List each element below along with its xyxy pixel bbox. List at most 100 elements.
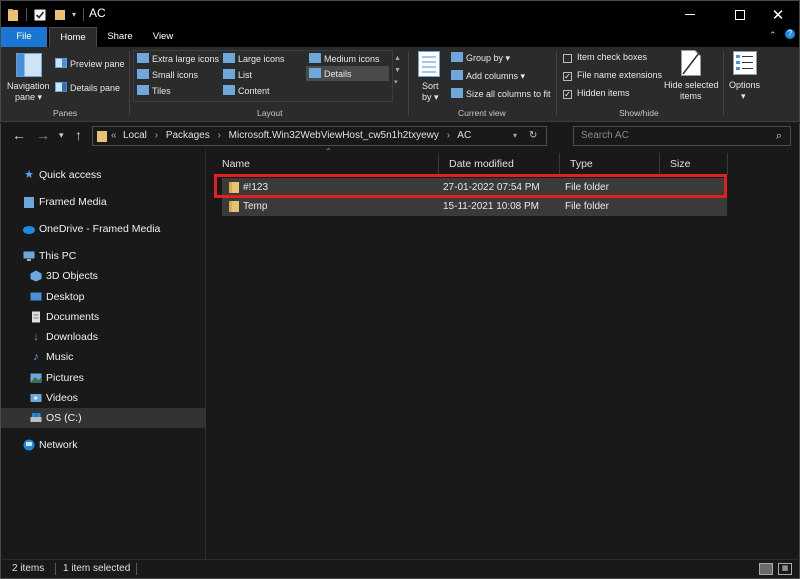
sort-by-label: Sort — [422, 81, 439, 91]
new-folder-icon[interactable] — [54, 8, 66, 21]
back-arrow-icon[interactable]: ← — [12, 127, 26, 143]
large-icons-view-icon[interactable]: ▦ — [778, 563, 792, 575]
address-box[interactable]: « Local › Packages › Microsoft.Win32WebV… — [92, 126, 547, 146]
file-name: Temp — [243, 201, 268, 212]
column-header-name[interactable]: Name — [212, 153, 439, 175]
customize-toolbar-icon[interactable]: ▾ — [72, 10, 76, 19]
sidebar-item-documents[interactable]: Documents — [1, 307, 206, 327]
details-pane-icon — [55, 82, 67, 92]
breadcrumb-separator-icon[interactable]: › — [218, 130, 221, 141]
hide-selected-items-button[interactable]: Hide selected items — [661, 50, 721, 106]
navigation-pane-button[interactable]: Navigation pane ▾ — [7, 51, 51, 106]
sidebar-item-downloads[interactable]: ↓ Downloads — [1, 327, 206, 347]
help-icon[interactable]: ? — [785, 29, 795, 39]
size-all-columns-label: Size all columns to fit — [466, 89, 551, 99]
column-header-type[interactable]: Type — [560, 153, 660, 175]
breadcrumb-separator-icon[interactable]: › — [155, 130, 158, 141]
layout-label: Medium icons — [324, 54, 380, 64]
refresh-icon[interactable]: ↻ — [529, 127, 537, 145]
hidden-items-checkbox[interactable]: ✓ — [563, 90, 572, 99]
layout-tiles[interactable]: Tiles — [137, 85, 171, 96]
breadcrumb-webviewhost[interactable]: Microsoft.Win32WebViewHost_cw5n1h2txyewy — [229, 130, 439, 141]
close-button[interactable]: ✕ — [755, 1, 800, 28]
preview-pane-button[interactable]: Preview pane — [55, 58, 125, 69]
breadcrumb-ac[interactable]: AC — [457, 130, 471, 141]
breadcrumb-overflow[interactable]: « — [111, 127, 117, 145]
column-header-date-modified[interactable]: Date modified — [439, 153, 560, 175]
sidebar-item-onedrive[interactable]: OneDrive - Framed Media — [1, 219, 206, 239]
sidebar-item-videos[interactable]: Videos — [1, 388, 206, 408]
layout-gallery-scroll[interactable]: ▲ ▼ ▾ — [394, 53, 401, 89]
sidebar-item-pictures[interactable]: Pictures — [1, 368, 206, 388]
file-name-extensions-checkbox[interactable]: ✓ — [563, 72, 572, 81]
up-arrow-icon[interactable]: ↑ — [75, 127, 82, 143]
sidebar-item-os-c[interactable]: OS (C:) — [1, 408, 206, 428]
column-header-size[interactable]: Size — [660, 153, 728, 175]
address-dropdown-icon[interactable]: ▾ — [513, 127, 517, 145]
tab-file[interactable]: File — [1, 27, 47, 47]
breadcrumb-separator-icon[interactable]: › — [447, 130, 450, 141]
sidebar-item-quick-access[interactable]: ★ Quick access — [1, 165, 206, 185]
tab-share[interactable]: Share — [98, 27, 142, 47]
tab-home[interactable]: Home — [49, 27, 97, 47]
divider — [129, 51, 130, 115]
add-columns-icon — [451, 70, 463, 80]
sidebar-item-label: Documents — [46, 311, 100, 323]
collapse-ribbon-icon[interactable]: ⌃ — [769, 30, 777, 41]
options-dropdown-icon: ▾ — [741, 91, 746, 101]
sidebar-item-label: 3D Objects — [46, 270, 98, 282]
group-by-button[interactable]: Group by ▾ — [451, 52, 510, 64]
sidebar-item-this-pc[interactable]: This PC — [1, 246, 206, 266]
sidebar-item-music[interactable]: ♪ Music — [1, 347, 206, 367]
table-row[interactable]: Temp 15-11-2021 10:08 PM File folder — [222, 197, 727, 216]
size-all-columns-button[interactable]: Size all columns to fit — [451, 88, 551, 99]
layout-small-icons[interactable]: Small icons — [137, 69, 198, 80]
cloud-icon — [23, 226, 35, 234]
layout-extra-large-icons[interactable]: Extra large icons — [137, 53, 219, 64]
divider — [723, 51, 724, 115]
properties-icon[interactable] — [34, 9, 46, 21]
preview-pane-icon — [55, 58, 67, 68]
sidebar-item-desktop[interactable]: Desktop — [1, 287, 206, 307]
add-columns-button[interactable]: Add columns ▾ — [451, 70, 525, 82]
layout-large-icons[interactable]: Large icons — [223, 53, 285, 64]
layout-gallery: Extra large icons Large icons Medium ico… — [133, 50, 393, 102]
minimize-button[interactable] — [667, 1, 713, 28]
layout-list[interactable]: List — [223, 69, 252, 80]
search-icon[interactable]: ⌕ — [776, 127, 782, 145]
layout-details[interactable]: Details — [306, 66, 389, 81]
recent-locations-icon[interactable]: ▾ — [59, 130, 64, 141]
download-icon: ↓ — [33, 331, 39, 343]
music-icon: ♪ — [33, 351, 39, 363]
sort-icon — [418, 51, 440, 77]
breadcrumb-local[interactable]: Local — [123, 130, 147, 141]
hidden-items-label: Hidden items — [577, 88, 630, 98]
layout-medium-icons[interactable]: Medium icons — [309, 53, 380, 64]
group-label-show-hide: Show/hide — [619, 108, 659, 118]
divider — [26, 8, 27, 21]
item-check-boxes-label: Item check boxes — [577, 52, 648, 62]
search-input[interactable]: Search AC ⌕ — [573, 126, 791, 146]
options-label: Options — [729, 80, 761, 90]
sidebar-item-network[interactable]: Network — [1, 435, 206, 455]
layout-label: Tiles — [152, 86, 171, 96]
tab-view[interactable]: View — [143, 27, 183, 47]
sidebar-item-label: OS (C:) — [46, 412, 82, 424]
options-button[interactable]: Options ▾ — [727, 50, 763, 106]
sidebar-item-framed-media[interactable]: Framed Media — [1, 192, 206, 212]
details-pane-button[interactable]: Details pane — [55, 82, 120, 93]
details-view-icon[interactable] — [759, 563, 773, 575]
sort-by-button[interactable]: Sort by ▾ — [415, 51, 445, 106]
layout-label: List — [238, 70, 253, 80]
small-icons-icon — [137, 69, 149, 79]
layout-label: Extra large icons — [152, 54, 220, 64]
sidebar-item-label: This PC — [39, 250, 77, 262]
forward-arrow-icon[interactable]: → — [36, 127, 50, 143]
sidebar-item-3d-objects[interactable]: 3D Objects — [1, 266, 206, 286]
tiles-icon — [137, 85, 149, 95]
layout-content[interactable]: Content — [223, 85, 270, 96]
item-check-boxes-checkbox[interactable] — [563, 54, 572, 63]
folder-icon — [229, 201, 239, 212]
breadcrumb-packages[interactable]: Packages — [166, 130, 210, 141]
add-columns-label: Add columns — [466, 71, 519, 81]
